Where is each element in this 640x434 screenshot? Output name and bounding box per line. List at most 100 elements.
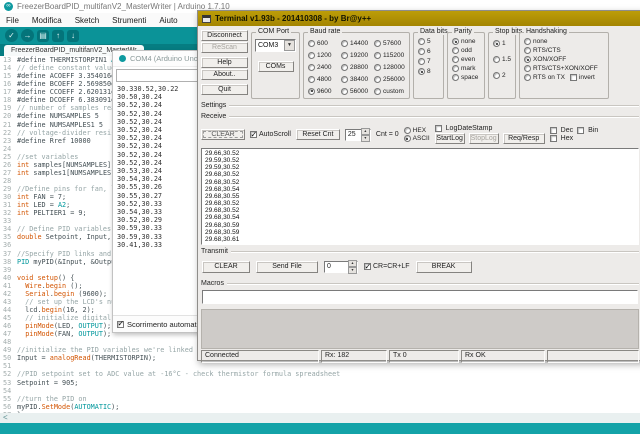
transmit-spinner[interactable]: 0 ▲ ▼	[324, 259, 358, 274]
radio-button[interactable]	[341, 87, 348, 95]
radio-button[interactable]	[341, 39, 348, 47]
radio-button[interactable]	[308, 39, 315, 47]
radio-button[interactable]	[493, 72, 500, 79]
autoscroll-checkbox[interactable]	[117, 319, 124, 328]
radio-button[interactable]	[308, 87, 315, 95]
tx-spinner-down-icon[interactable]: ▼	[348, 266, 357, 274]
terminal-window: Terminal v1.93b - 201410308 - by Br@y++ …	[197, 10, 640, 363]
radio-option-5: 5	[418, 38, 441, 45]
radio-option-9600: 9600	[308, 85, 341, 97]
transmit-edit-area[interactable]	[201, 309, 639, 349]
receive-clear-button[interactable]: CLEAR	[201, 129, 245, 140]
radio-button[interactable]	[403, 135, 411, 142]
radio-button[interactable]	[418, 58, 425, 65]
radio-button[interactable]	[524, 47, 531, 54]
radio-button[interactable]	[374, 51, 381, 59]
radio-button[interactable]	[374, 63, 381, 71]
stop-bits-options: 1 1.5 2	[489, 33, 515, 79]
radio-option-7: 7	[418, 58, 441, 65]
handshaking-group: Handshaking none RTS/CTS XON/XOFF RTS/CTS+X…	[519, 28, 609, 99]
radio-label: 1	[502, 40, 506, 47]
menu-item-file[interactable]: File	[6, 16, 19, 25]
send-file-button[interactable]: Send File	[256, 260, 318, 273]
quit-button[interactable]: Quit	[201, 84, 248, 95]
help-button[interactable]: Help	[201, 57, 248, 68]
radio-button[interactable]	[493, 56, 500, 63]
verify-button[interactable]: ✓	[5, 29, 18, 42]
autoscroll-terminal-label: AutoScroll	[259, 131, 291, 138]
tx-spinner-up-icon[interactable]: ▲	[348, 259, 357, 267]
menu-item-modifica[interactable]: Modifica	[32, 16, 62, 25]
radio-label: odd	[461, 47, 472, 54]
horizontal-scrollbar[interactable]: <	[0, 413, 640, 423]
radio-button[interactable]	[452, 47, 459, 54]
terminal-window-title: Terminal v1.93b - 201410308 - by Br@y++	[215, 14, 372, 23]
radio-label: none	[461, 38, 476, 45]
counter-spinner[interactable]: 25 ▲ ▼	[344, 127, 371, 142]
radio-label: 1200	[317, 51, 332, 59]
log-datestamp-checkbox[interactable]	[434, 125, 442, 132]
about-button[interactable]: About..	[201, 69, 248, 80]
menu-item-strumenti[interactable]: Strumenti	[112, 16, 146, 25]
spinner-up-icon[interactable]: ▲	[360, 127, 370, 135]
radio-button[interactable]	[524, 38, 531, 45]
radio-button[interactable]	[374, 87, 381, 95]
reqresp-button[interactable]: Req/Resp	[502, 133, 545, 144]
reset-cnt-button[interactable]: Reset Cnt	[295, 129, 340, 140]
radio-label: RTS on TX	[533, 74, 565, 81]
hex-checkbox[interactable]	[549, 135, 557, 142]
receive-line: 29.68,30.55	[205, 192, 240, 200]
startlog-button[interactable]: StartLog	[434, 133, 465, 144]
radio-button[interactable]	[452, 56, 459, 63]
upload-button[interactable]: →	[21, 29, 34, 42]
bin-checkbox[interactable]	[577, 127, 585, 134]
coms-button[interactable]: COMs	[257, 61, 294, 72]
radio-button[interactable]	[524, 56, 531, 63]
radio-button[interactable]	[308, 75, 315, 83]
radio-button[interactable]	[403, 127, 411, 134]
spinner-down-icon[interactable]: ▼	[360, 134, 370, 142]
com-port-value: COM3	[258, 42, 279, 49]
autoscroll-terminal-checkbox[interactable]	[250, 130, 257, 139]
radio-button[interactable]	[452, 38, 459, 45]
radio-button[interactable]	[341, 63, 348, 71]
radio-button[interactable]	[452, 65, 459, 72]
crlf-checkbox[interactable]	[364, 262, 371, 271]
radio-button[interactable]	[308, 63, 315, 71]
transmit-clear-button[interactable]: CLEAR	[202, 260, 250, 273]
radio-label: none	[533, 38, 548, 45]
radio-button[interactable]	[374, 75, 381, 83]
radio-option-8: 8	[418, 68, 441, 75]
menu-item-sketch[interactable]: Sketch	[75, 16, 99, 25]
dec-checkbox[interactable]	[549, 127, 557, 134]
receive-area[interactable]: 29.66,30.52 29.59,30.52 29.59,30.52 29.68,3…	[201, 148, 639, 245]
cnt-readout: Cnt = 0	[375, 131, 399, 138]
radio-button[interactable]	[308, 51, 315, 59]
radio-button[interactable]	[524, 65, 531, 72]
radio-button[interactable]	[452, 74, 459, 81]
open-button[interactable]: ↑	[52, 29, 64, 42]
stoplog-button: StopLog	[468, 133, 499, 144]
break-button[interactable]: BREAK	[415, 260, 472, 273]
radio-option-600: 600	[308, 37, 341, 49]
radio-button[interactable]	[493, 40, 500, 47]
radio-button[interactable]	[418, 38, 425, 45]
save-button[interactable]: ↓	[67, 29, 79, 42]
scroll-left-arrow-icon[interactable]: <	[3, 413, 8, 422]
radio-button[interactable]	[341, 75, 348, 83]
code-line: 53 Setpoint = 905;	[3, 378, 79, 387]
invert-checkbox[interactable]	[569, 74, 577, 81]
new-sketch-button[interactable]: ▤	[37, 29, 49, 42]
radio-label: 7	[427, 58, 431, 65]
disconnect-button[interactable]: Disconnect	[201, 30, 248, 41]
macros-input[interactable]	[202, 290, 638, 304]
radio-button[interactable]	[418, 48, 425, 55]
radio-button[interactable]	[418, 68, 425, 75]
radio-label: 6	[427, 48, 431, 55]
menu-item-aiuto[interactable]: Aiuto	[159, 16, 177, 25]
radio-button[interactable]	[374, 39, 381, 47]
radio-button[interactable]	[341, 51, 348, 59]
chevron-down-icon[interactable]: ▼	[284, 40, 295, 51]
com-port-select[interactable]: COM3 ▼	[255, 39, 296, 52]
radio-button[interactable]	[524, 74, 531, 81]
